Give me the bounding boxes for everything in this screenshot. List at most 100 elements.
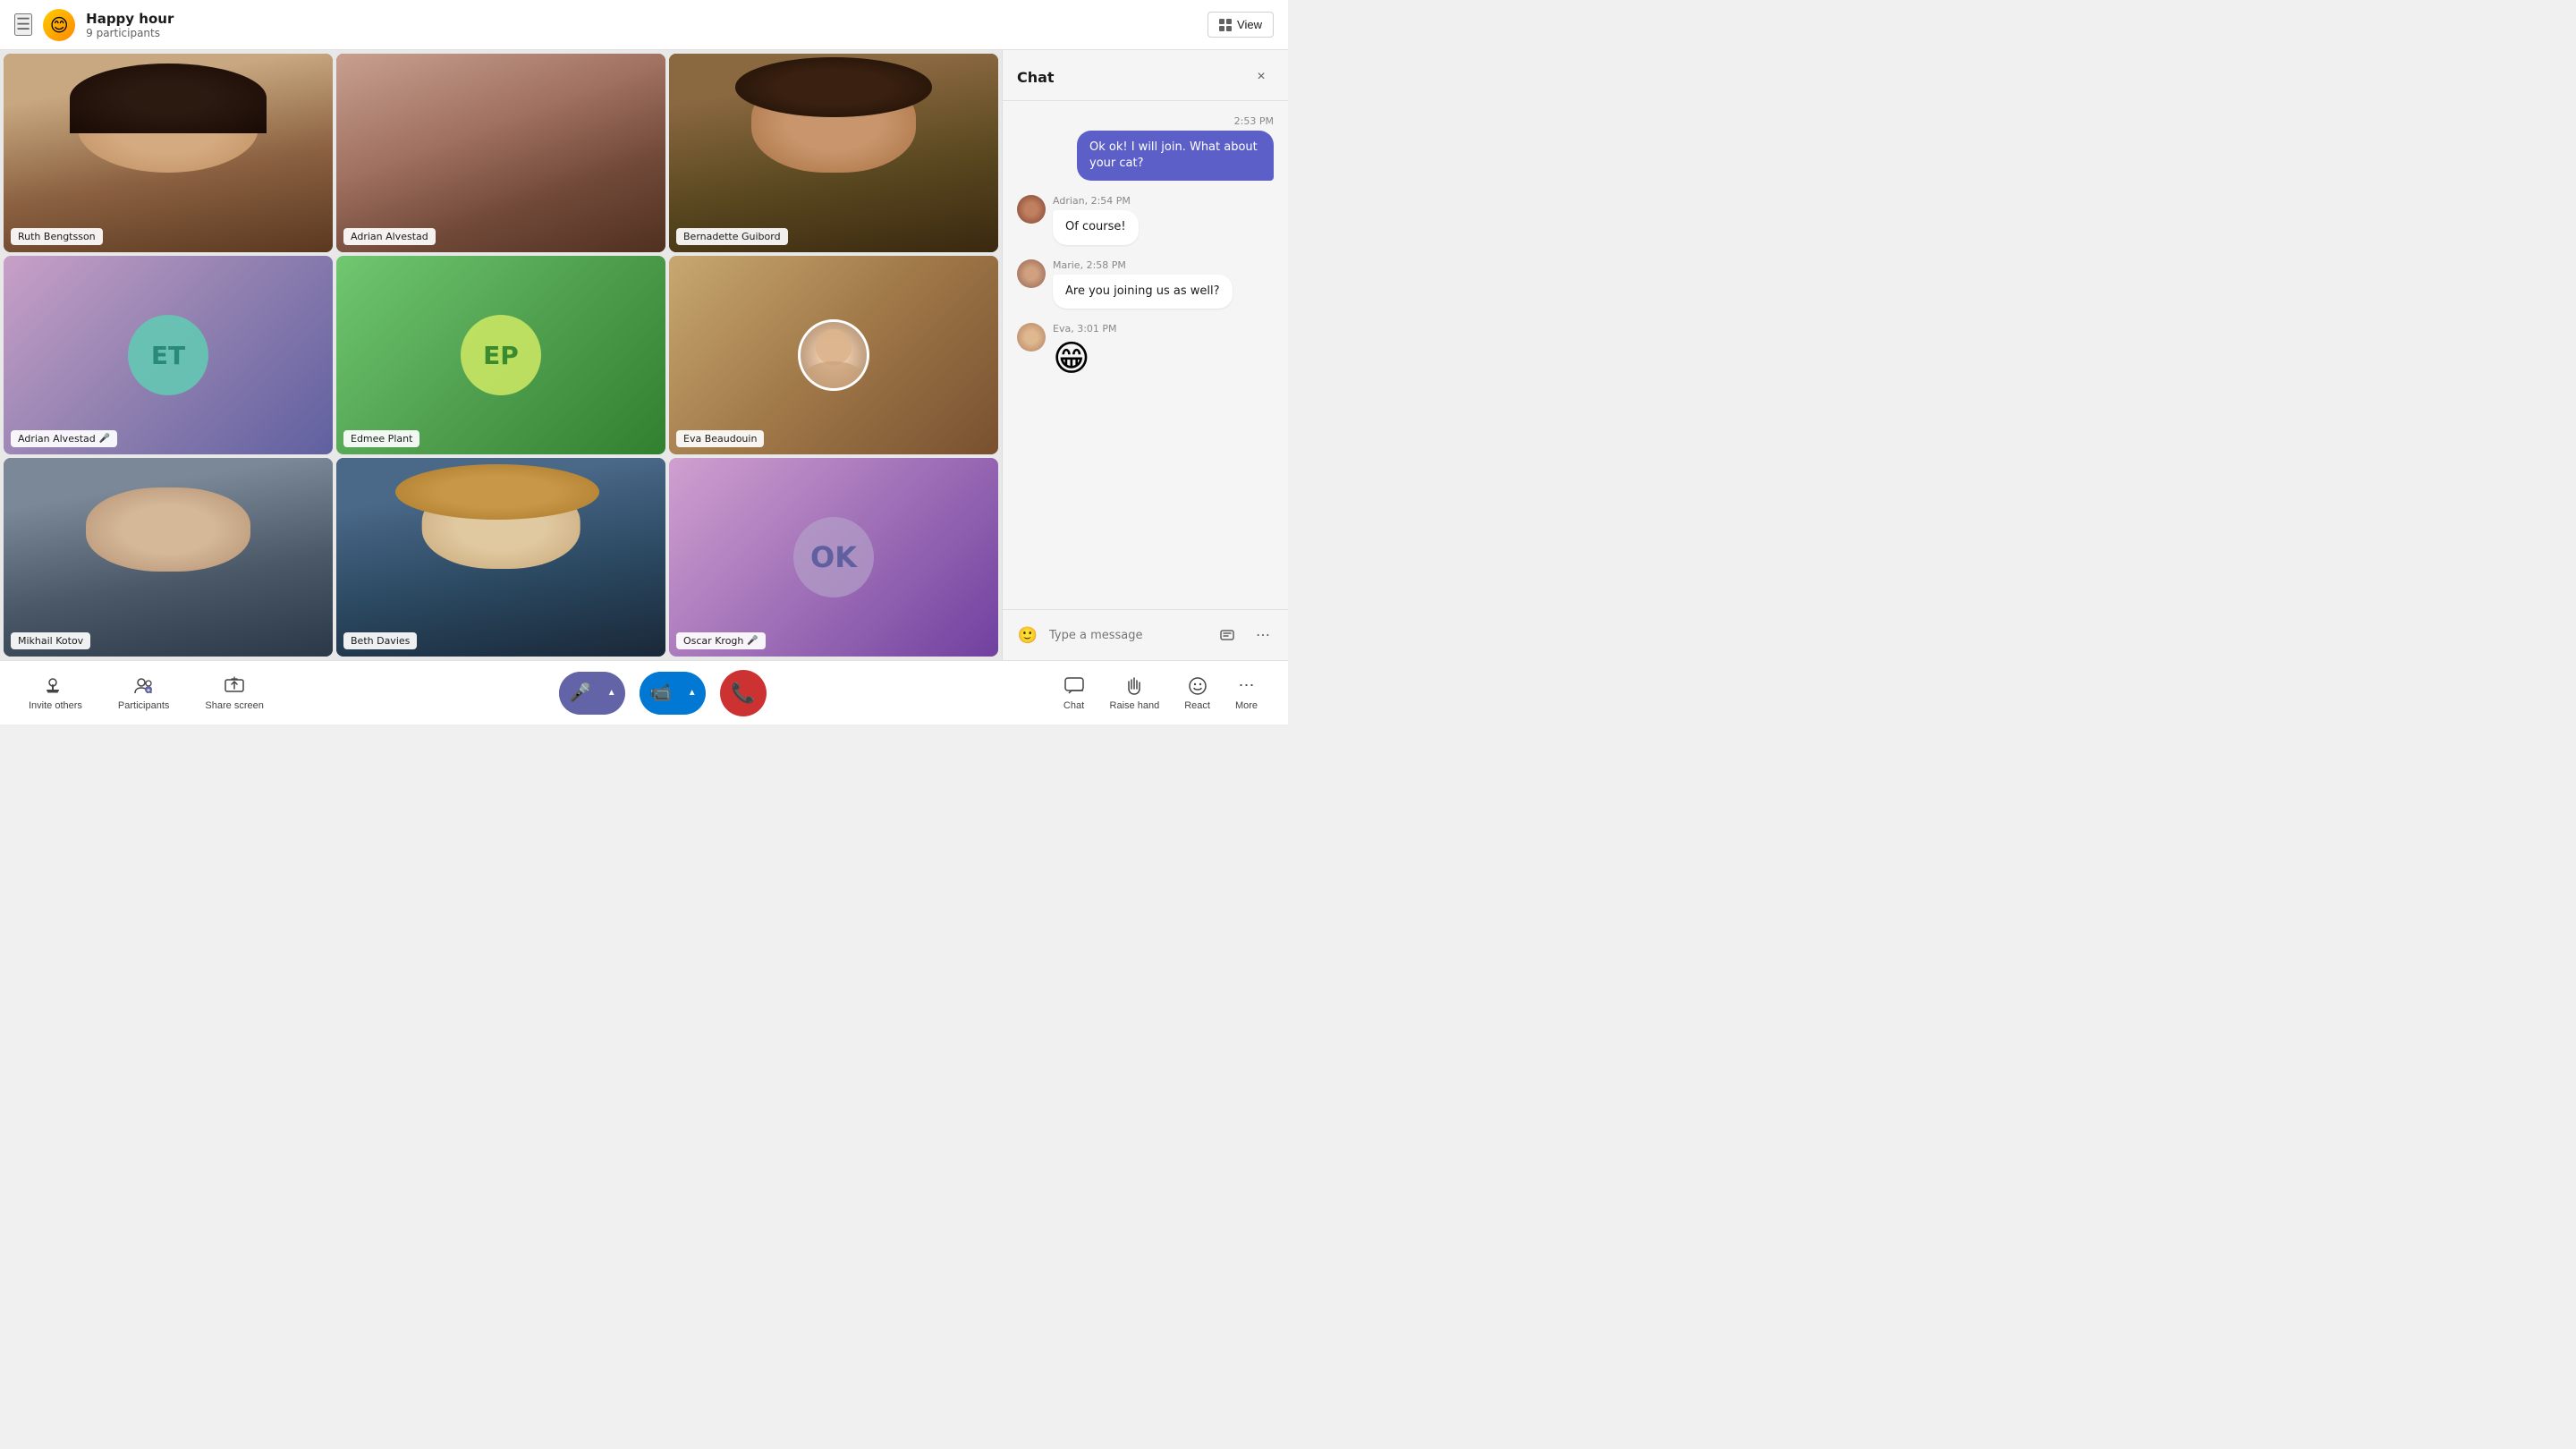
chat-avatar-eva [1017, 323, 1046, 352]
participant-label-ep: Edmee Plant [343, 430, 419, 447]
chat-msg-content-eva: Eva, 3:01 PM 😁 [1053, 323, 1117, 379]
cam-control-group: 📹 ▲ [640, 672, 706, 715]
meeting-participants: 9 participants [86, 27, 174, 39]
avatar-oscar: OK [793, 517, 874, 597]
video-cell-et: ET Adrian Alvestad 🎤 [4, 256, 333, 454]
chat-message-eva: Eva, 3:01 PM 😁 [1017, 323, 1274, 379]
chat-text-input[interactable] [1049, 629, 1206, 642]
chat-header: Chat × [1003, 50, 1288, 101]
participant-label-adrian-video: Adrian Alvestad [343, 228, 436, 245]
svg-text:+: + [147, 688, 150, 694]
chat-messages: 2:53 PM Ok ok! I will join. What about y… [1003, 101, 1288, 609]
chat-title: Chat [1017, 69, 1055, 86]
video-cell-ep: EP Edmee Plant [336, 256, 665, 454]
participant-label-beth: Beth Davies [343, 632, 417, 649]
raise-hand-label: Raise hand [1110, 700, 1160, 711]
end-call-button[interactable]: 📞 [720, 670, 767, 716]
header: ☰ 😊 Happy hour 9 participants View [0, 0, 1288, 50]
invite-others-button[interactable]: Invite others [21, 670, 89, 716]
chat-msg-content-marie: Marie, 2:58 PM Are you joining us as wel… [1053, 259, 1233, 309]
view-button[interactable]: View [1208, 12, 1274, 38]
invite-label: Invite others [29, 700, 82, 711]
toolbar-right: Chat Raise hand React [1055, 670, 1267, 716]
cam-ctrl-group: 📹 ▲ [640, 672, 706, 715]
video-grid: Ruth Bengtsson Adrian Alvestad Bernadett… [0, 50, 1002, 660]
participant-label-et: Adrian Alvestad 🎤 [11, 430, 117, 447]
raise-hand-button[interactable]: Raise hand [1101, 670, 1169, 716]
camera-button[interactable]: 📹 [640, 672, 682, 715]
participant-name-adrian-video: Adrian Alvestad [351, 231, 428, 242]
toolbar-center: 🎤 ▲ 📹 ▲ 📞 [271, 670, 1055, 716]
video-cell-eva: Eva Beaudouin [669, 256, 998, 454]
participants-button[interactable]: + Participants [111, 670, 176, 716]
chat-avatar-marie [1017, 259, 1046, 288]
chat-toolbar-label: Chat [1063, 700, 1084, 711]
participant-name-oscar: Oscar Krogh [683, 635, 743, 647]
participant-name-et: Adrian Alvestad [18, 433, 96, 445]
participant-name-mikhail: Mikhail Kotov [18, 635, 83, 647]
raise-hand-icon [1123, 675, 1145, 697]
chat-message-adrian: Adrian, 2:54 PM Of course! [1017, 195, 1274, 244]
participant-name-bernadette: Bernadette Guibord [683, 231, 781, 242]
chat-sender-time-marie: Marie, 2:58 PM [1053, 259, 1233, 271]
react-button[interactable]: React [1175, 670, 1219, 716]
eva-photo [798, 319, 869, 391]
view-label: View [1237, 18, 1262, 31]
share-label: Share screen [205, 700, 263, 711]
view-grid-icon [1219, 19, 1232, 31]
mic-ctrl-group: 🎤 ▲ [559, 672, 625, 715]
chat-sender-time-adrian: Adrian, 2:54 PM [1053, 195, 1139, 207]
chat-mine-group: 2:53 PM Ok ok! I will join. What about y… [1017, 115, 1274, 181]
participant-name-eva: Eva Beaudouin [683, 433, 757, 445]
chat-bubble-mine: Ok ok! I will join. What about your cat? [1077, 131, 1274, 181]
react-label: React [1184, 700, 1210, 711]
chat-input-area: 🙂 ⋯ [1003, 609, 1288, 660]
chat-sender-time-eva: Eva, 3:01 PM [1053, 323, 1117, 335]
participant-name-ruth: Ruth Bengtsson [18, 231, 96, 242]
chat-bubble-marie: Are you joining us as well? [1053, 275, 1233, 309]
chat-more-button[interactable]: ⋯ [1249, 621, 1277, 649]
video-cell-adrian: Adrian Alvestad [336, 54, 665, 252]
video-cell-mikhail: Mikhail Kotov [4, 458, 333, 657]
more-label: More [1235, 700, 1258, 711]
chat-toolbar-button[interactable]: Chat [1055, 670, 1094, 716]
more-icon: ⋯ [1235, 675, 1257, 697]
mic-button[interactable]: 🎤 [559, 672, 602, 715]
chat-timestamp-mine: 2:53 PM [1017, 115, 1274, 127]
header-right: View [1208, 12, 1274, 38]
share-screen-button[interactable]: Share screen [198, 670, 270, 716]
participant-label-ruth: Ruth Bengtsson [11, 228, 103, 245]
participant-label-eva: Eva Beaudouin [676, 430, 764, 447]
video-cell-bernadette: Bernadette Guibord [669, 54, 998, 252]
app-logo: 😊 [43, 9, 75, 41]
header-left: ☰ 😊 Happy hour 9 participants [14, 9, 174, 41]
bottom-toolbar: Invite others + Participants [0, 660, 1288, 724]
chat-emoji-eva: 😁 [1053, 338, 1117, 379]
participant-label-oscar: Oscar Krogh 🎤 [676, 632, 766, 649]
chat-toolbar-icon [1063, 675, 1085, 697]
chat-panel: Chat × 2:53 PM Ok ok! I will join. What … [1002, 50, 1288, 660]
meeting-title: Happy hour [86, 11, 174, 27]
chat-close-button[interactable]: × [1249, 64, 1274, 89]
video-cell-beth: b Beth Davies [336, 458, 665, 657]
chat-attach-button[interactable] [1213, 621, 1241, 649]
meeting-info: Happy hour 9 participants [86, 11, 174, 39]
video-cell-ruth: Ruth Bengtsson [4, 54, 333, 252]
chat-msg-content-adrian: Adrian, 2:54 PM Of course! [1053, 195, 1139, 244]
participant-label-mikhail: Mikhail Kotov [11, 632, 90, 649]
participant-name-beth: Beth Davies [351, 635, 410, 647]
more-button[interactable]: ⋯ More [1226, 670, 1267, 716]
chat-avatar-adrian [1017, 195, 1046, 224]
avatar-ep: EP [461, 315, 541, 395]
toolbar-left: Invite others + Participants [21, 670, 271, 716]
chat-emoji-button[interactable]: 🙂 [1013, 621, 1042, 649]
muted-icon-oscar: 🎤 [747, 636, 758, 646]
mic-chevron-button[interactable]: ▲ [602, 672, 622, 715]
cam-chevron-button[interactable]: ▲ [682, 672, 702, 715]
participant-label-bernadette: Bernadette Guibord [676, 228, 788, 245]
video-cell-oscar: OK Oscar Krogh 🎤 [669, 458, 998, 657]
share-screen-icon [224, 675, 245, 697]
menu-button[interactable]: ☰ [14, 13, 32, 36]
mic-control-group: 🎤 ▲ [559, 672, 625, 715]
muted-icon-et: 🎤 [99, 434, 110, 444]
